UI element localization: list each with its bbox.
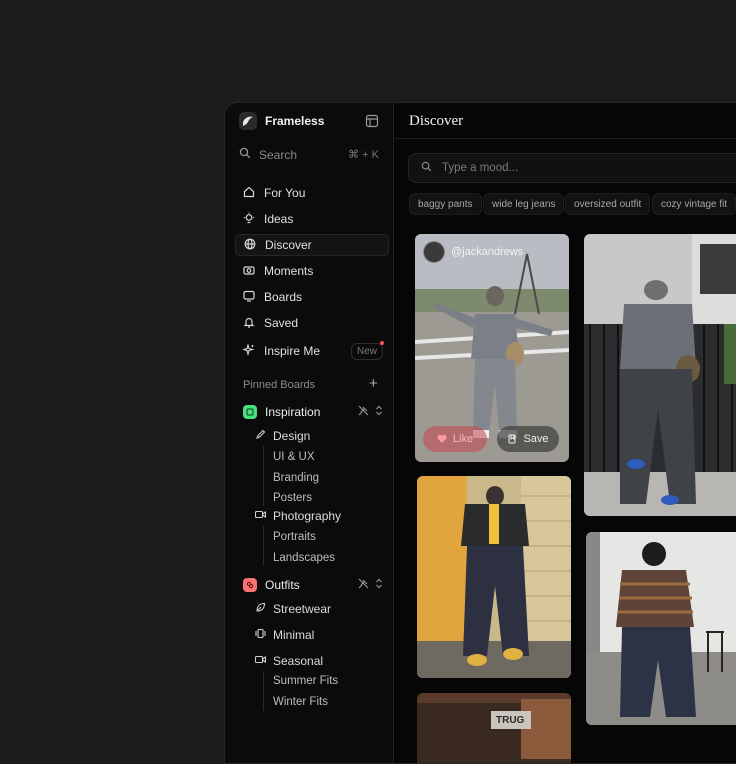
save-label: Save xyxy=(523,433,549,445)
sub-design[interactable]: Design xyxy=(255,429,310,443)
like-label: Like xyxy=(452,433,474,445)
lightbulb-icon xyxy=(243,212,255,227)
outfit-photo xyxy=(584,234,736,516)
sign-text: TRUG xyxy=(496,715,525,726)
search-icon xyxy=(239,147,251,162)
sparkle-icon xyxy=(241,342,255,359)
board-icon xyxy=(243,290,255,305)
sub-label: Design xyxy=(273,429,311,443)
nav-for-you[interactable]: For You xyxy=(235,182,389,204)
author-handle: @jackandrews xyxy=(451,246,524,258)
leaf-icon xyxy=(255,602,266,616)
unpin-icon[interactable] xyxy=(358,405,369,419)
nav-label: Saved xyxy=(264,316,299,330)
layers-icon xyxy=(255,628,266,642)
leaf-branding[interactable]: Branding xyxy=(273,472,319,484)
unpin-icon[interactable] xyxy=(358,578,369,592)
sub-label: Streetwear xyxy=(273,602,332,616)
chip-cozy-vintage-fit[interactable]: cozy vintage fit xyxy=(652,193,736,215)
heart-icon xyxy=(437,434,447,444)
new-badge: New xyxy=(350,340,384,360)
app-window: Frameless Search ⌘ + K For You Ideas Dis… xyxy=(224,102,736,764)
sub-photography[interactable]: Photography xyxy=(254,509,342,523)
nav-label: Moments xyxy=(264,264,314,278)
pen-icon xyxy=(255,429,266,443)
sub-label: Seasonal xyxy=(273,654,324,668)
mood-search[interactable] xyxy=(408,153,736,183)
sidebar: Frameless Search ⌘ + K For You Ideas Dis… xyxy=(225,103,394,763)
board-inspiration[interactable]: Inspiration xyxy=(243,405,383,419)
outfit-photo xyxy=(417,693,571,763)
sub-minimal[interactable]: Minimal xyxy=(255,628,314,642)
page-title: Discover xyxy=(409,113,464,129)
pin-card[interactable] xyxy=(417,476,571,678)
app-name: Frameless xyxy=(265,114,325,128)
chip-wide-leg-jeans[interactable]: wide leg jeans xyxy=(483,193,565,215)
expand-chevron-icon[interactable] xyxy=(375,578,383,592)
search-label: Search xyxy=(259,147,298,162)
pin-card[interactable] xyxy=(586,532,736,725)
leaf-winter-fits[interactable]: Winter Fits xyxy=(273,696,328,708)
tree-line xyxy=(263,446,264,506)
mood-input[interactable] xyxy=(440,161,724,175)
pin-card[interactable] xyxy=(584,234,736,516)
search-icon xyxy=(421,159,432,177)
chip-baggy-pants[interactable]: baggy pants xyxy=(409,193,482,215)
bird-logo-icon xyxy=(239,112,257,130)
outfit-photo xyxy=(586,532,736,725)
leaf-portraits[interactable]: Portraits xyxy=(273,531,316,543)
board-color-swatch xyxy=(243,578,257,592)
board-name: Inspiration xyxy=(265,405,321,419)
tree-line xyxy=(263,671,264,711)
globe-icon xyxy=(244,238,256,253)
outfit-photo xyxy=(417,476,571,678)
nav-boards[interactable]: Boards xyxy=(235,286,389,308)
save-button[interactable]: Save xyxy=(497,426,559,452)
leaf-posters[interactable]: Posters xyxy=(273,492,312,504)
nav-label: Boards xyxy=(264,290,303,304)
pinned-boards-label: Pinned Boards xyxy=(243,379,316,391)
search-shortcut: ⌘ + K xyxy=(348,149,379,161)
camera-icon xyxy=(243,264,255,279)
sidebar-toggle-icon[interactable] xyxy=(365,114,379,133)
pin-card[interactable]: TRUG xyxy=(417,693,571,763)
nav-ideas[interactable]: Ideas xyxy=(235,208,389,230)
nav-label: Ideas xyxy=(264,212,294,226)
board-outfits[interactable]: Outfits xyxy=(243,578,383,592)
home-icon xyxy=(243,186,255,201)
leaf-summer-fits[interactable]: Summer Fits xyxy=(273,675,338,687)
notification-dot xyxy=(380,340,384,345)
nav-moments[interactable]: Moments xyxy=(235,260,389,282)
pin-author[interactable]: @jackandrews xyxy=(423,241,523,263)
sub-label: Minimal xyxy=(273,628,315,642)
bell-icon xyxy=(243,316,255,331)
board-name: Outfits xyxy=(265,578,300,592)
bookmark-icon xyxy=(507,434,517,444)
avatar xyxy=(423,241,445,263)
brand[interactable]: Frameless xyxy=(239,112,324,130)
like-button[interactable]: Like xyxy=(423,426,487,452)
divider xyxy=(394,138,736,139)
nav-inspire-me[interactable]: Inspire Me New xyxy=(235,340,389,362)
sidebar-search[interactable]: Search ⌘ + K xyxy=(239,147,379,162)
board-color-swatch xyxy=(243,405,257,419)
leaf-ui-ux[interactable]: UI & UX xyxy=(273,451,315,463)
add-board-plus-icon[interactable]: + xyxy=(369,375,378,392)
nav-label: For You xyxy=(264,186,306,200)
leaf-landscapes[interactable]: Landscapes xyxy=(273,552,335,564)
nav-label: Inspire Me xyxy=(264,344,321,358)
sub-label: Photography xyxy=(273,509,342,523)
nav-saved[interactable]: Saved xyxy=(235,312,389,334)
sub-streetwear[interactable]: Streetwear xyxy=(255,602,331,616)
video-icon xyxy=(254,654,267,668)
pin-card-featured[interactable]: @jackandrews Like Save xyxy=(415,234,569,462)
video-icon xyxy=(254,509,267,523)
sub-seasonal[interactable]: Seasonal xyxy=(254,654,324,668)
tree-line xyxy=(263,526,264,566)
nav-discover[interactable]: Discover xyxy=(235,234,389,256)
expand-chevron-icon[interactable] xyxy=(375,405,383,419)
chip-oversized-outfit[interactable]: oversized outfit xyxy=(565,193,651,215)
main-content: Discover baggy pants wide leg jeans over… xyxy=(394,103,736,763)
nav-label: Discover xyxy=(265,238,312,252)
